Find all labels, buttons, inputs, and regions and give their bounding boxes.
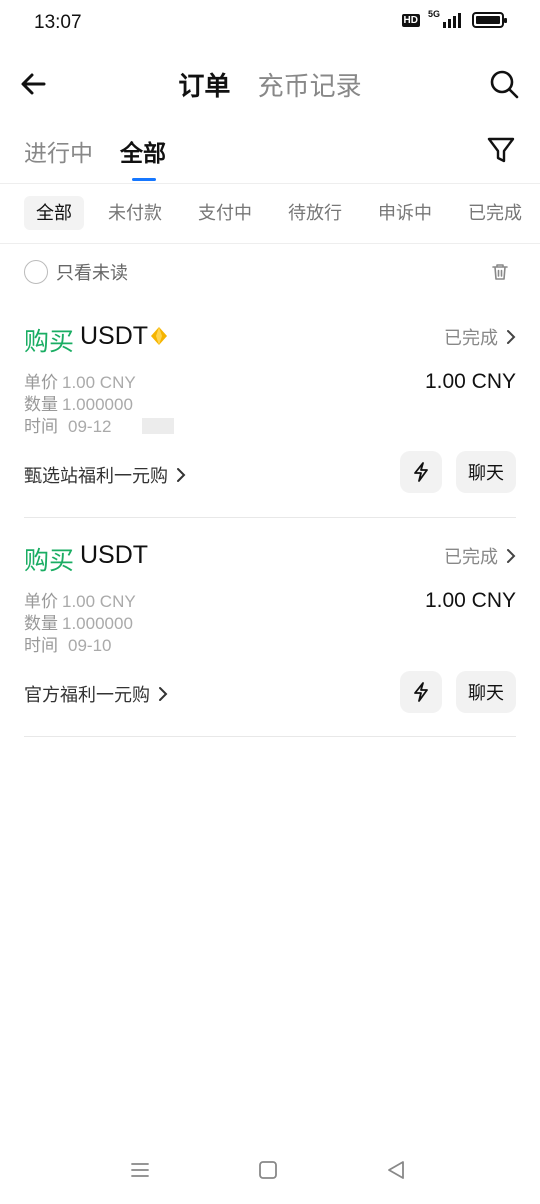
status-time: 13:07 xyxy=(34,12,82,33)
system-navigation-bar xyxy=(0,1150,540,1190)
lightning-icon xyxy=(414,682,428,702)
home-icon[interactable] xyxy=(258,1160,278,1180)
promo-label: 官方福利一元购 xyxy=(24,685,150,705)
diamond-badge-icon xyxy=(151,327,167,345)
network-type-label: 5G xyxy=(427,9,440,19)
battery-icon xyxy=(472,12,507,28)
promo-link[interactable]: 甄选站福利一元购 xyxy=(24,462,186,488)
redacted-block xyxy=(142,418,174,434)
hd-icon: HD xyxy=(401,13,420,27)
status-bar: 13:07 HD 5G xyxy=(0,0,540,48)
lightning-icon xyxy=(414,462,428,482)
order-coin: USDT xyxy=(80,322,149,350)
chevron-right-icon xyxy=(507,549,516,563)
time-label: 时间 xyxy=(24,636,58,655)
tab-orders[interactable]: 订单 xyxy=(178,71,230,101)
time-value: 09-12 xyxy=(68,417,112,436)
search-icon[interactable] xyxy=(488,68,520,100)
unread-only-toggle[interactable]: 只看未读 xyxy=(24,258,128,286)
top-app-bar: 订单 充币记录 xyxy=(0,56,540,112)
chip-pending-release[interactable]: 待放行 xyxy=(276,196,354,230)
time-label: 时间 xyxy=(24,417,58,436)
unread-only-label: 只看未读 xyxy=(56,263,128,283)
order-type: 购买 xyxy=(24,328,75,356)
active-tab-indicator xyxy=(132,178,156,181)
filter-icon[interactable] xyxy=(486,134,516,166)
unread-radio[interactable] xyxy=(24,260,48,284)
order-card[interactable]: 购买 USDT 已完成 单价 1.00 CNY 1.00 CNY 数量 1.0000… xyxy=(24,541,516,737)
quick-action-button[interactable] xyxy=(400,671,442,713)
order-card[interactable]: 购买 USDT 已完成 单价 1.00 CNY 1.00 CNY 数量 1.0000… xyxy=(24,322,516,518)
order-status[interactable]: 已完成 xyxy=(444,543,516,569)
order-amount: 1.00 CNY xyxy=(424,370,516,393)
order-time-row: 时间 09-12 xyxy=(24,412,111,437)
status-icons: HD 5G xyxy=(401,9,507,28)
tab-in-progress[interactable]: 进行中 xyxy=(24,134,93,168)
trash-icon[interactable] xyxy=(490,262,510,282)
chevron-right-icon xyxy=(177,468,186,482)
order-coin: USDT xyxy=(80,541,149,569)
tab-all[interactable]: 全部 xyxy=(120,134,166,168)
order-time-row: 时间 09-10 xyxy=(24,631,111,656)
menu-icon[interactable] xyxy=(130,1160,150,1180)
chip-completed[interactable]: 已完成 xyxy=(456,196,534,230)
chevron-right-icon xyxy=(159,687,168,701)
tab-deposit-records[interactable]: 充币记录 xyxy=(258,71,362,101)
order-status-label: 已完成 xyxy=(444,547,498,567)
order-status-label: 已完成 xyxy=(444,328,498,348)
order-amount: 1.00 CNY xyxy=(424,589,516,612)
chip-appealing[interactable]: 申诉中 xyxy=(366,196,444,230)
chip-all[interactable]: 全部 xyxy=(24,196,84,230)
chat-button[interactable]: 聊天 xyxy=(456,451,516,493)
status-tabs: 进行中 全部 xyxy=(0,126,540,184)
order-status[interactable]: 已完成 xyxy=(444,324,516,350)
chevron-right-icon xyxy=(507,330,516,344)
signal-icon xyxy=(443,13,461,28)
back-icon[interactable] xyxy=(386,1160,406,1180)
chat-button[interactable]: 聊天 xyxy=(456,671,516,713)
chip-paying[interactable]: 支付中 xyxy=(186,196,264,230)
time-value: 09-10 xyxy=(68,636,112,655)
chip-unpaid[interactable]: 未付款 xyxy=(96,196,174,230)
promo-label: 甄选站福利一元购 xyxy=(24,466,168,486)
header-tabs: 订单 充币记录 xyxy=(0,66,540,103)
quick-action-button[interactable] xyxy=(400,451,442,493)
order-type: 购买 xyxy=(24,547,75,575)
promo-link[interactable]: 官方福利一元购 xyxy=(24,681,168,707)
status-filter-chips: 全部 未付款 支付中 待放行 申诉中 已完成 xyxy=(0,184,540,244)
